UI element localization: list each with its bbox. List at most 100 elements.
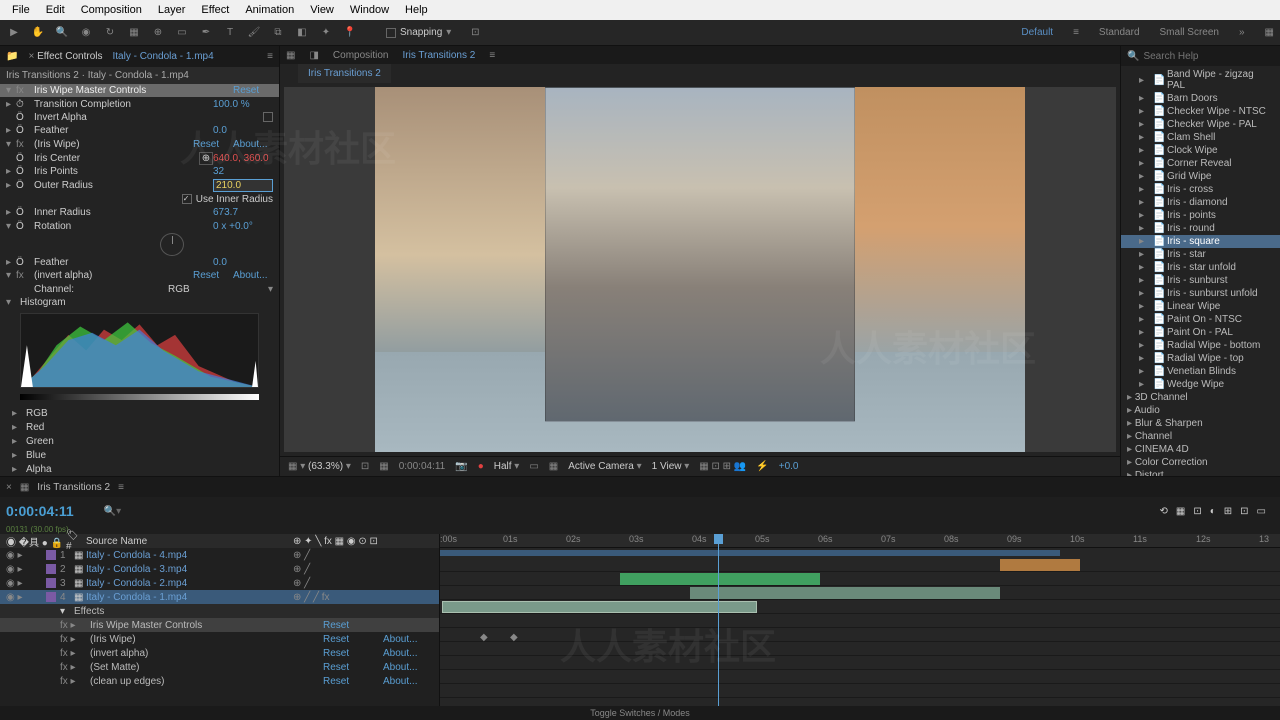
- clip-2[interactable]: [690, 587, 1000, 599]
- brush-tool-icon[interactable]: 🖌: [246, 25, 262, 41]
- preset-item[interactable]: ▸📄Venetian Blinds: [1121, 365, 1280, 378]
- clip-3[interactable]: [620, 573, 820, 585]
- workspace-menu-icon[interactable]: ≡: [1073, 27, 1079, 38]
- composition-name[interactable]: Iris Transitions 2: [403, 50, 476, 61]
- channel-red[interactable]: ▸Red: [0, 420, 279, 434]
- effect-section-iris-master[interactable]: ▾fx Iris Wipe Master Controls Reset: [0, 84, 279, 97]
- reset-link[interactable]: Reset: [233, 85, 273, 96]
- text-tool-icon[interactable]: T: [222, 25, 238, 41]
- prop-invert-alpha[interactable]: Ö Invert Alpha: [0, 111, 279, 124]
- view-options-icon[interactable]: ▦ ⊡ ⊞ 👥: [699, 461, 746, 472]
- timeline-effect-row[interactable]: fx ▸(Iris Wipe)ResetAbout...: [0, 632, 439, 646]
- workspace-overflow-icon[interactable]: »: [1239, 27, 1245, 38]
- panel-menu-icon[interactable]: ≡: [118, 482, 124, 493]
- zoom-tool-icon[interactable]: 🔍: [54, 25, 70, 41]
- snapping-toggle[interactable]: Snapping ▾ ⊡: [386, 25, 483, 41]
- clone-tool-icon[interactable]: ⧉: [270, 25, 286, 41]
- preset-category[interactable]: Blur & Sharpen: [1121, 417, 1280, 430]
- view-dropdown[interactable]: 1 View ▾: [652, 461, 690, 472]
- timeline-layer[interactable]: ◉ ▸3▦Italy - Condola - 2.mp4⊕ ╱: [0, 576, 439, 590]
- preset-item[interactable]: ▸📄Iris - sunburst: [1121, 274, 1280, 287]
- snapshot-icon[interactable]: 📷: [455, 461, 467, 472]
- rotate-tool-icon[interactable]: ↻: [102, 25, 118, 41]
- toggle-switches-button[interactable]: Toggle Switches / Modes: [0, 706, 1280, 720]
- resolution-dropdown[interactable]: Half ▾: [494, 461, 520, 472]
- clip-4[interactable]: [1000, 559, 1080, 571]
- preset-category[interactable]: Color Correction: [1121, 456, 1280, 469]
- tl-icon-1[interactable]: ⟲: [1159, 506, 1167, 517]
- pen-tool-icon[interactable]: ✒: [198, 25, 214, 41]
- prop-iris-points[interactable]: ▸Ö Iris Points 32: [0, 165, 279, 178]
- preset-item[interactable]: ▸📄Checker Wipe - NTSC: [1121, 105, 1280, 118]
- comp-grid-icon[interactable]: ▦: [286, 50, 295, 61]
- tl-icon-4[interactable]: ◐: [1210, 506, 1216, 517]
- timeline-tab[interactable]: Iris Transitions 2: [37, 482, 110, 493]
- preset-item[interactable]: ▸📄Iris - star unfold: [1121, 261, 1280, 274]
- current-timecode[interactable]: 0:00:04:11: [6, 503, 74, 519]
- prop-rotation[interactable]: ▾Ö Rotation 0 x +0.0°: [0, 219, 279, 232]
- preset-category[interactable]: Channel: [1121, 430, 1280, 443]
- menu-help[interactable]: Help: [397, 4, 436, 16]
- preset-item[interactable]: ▸📄Iris - star: [1121, 248, 1280, 261]
- preset-item[interactable]: ▸📄Linear Wipe: [1121, 300, 1280, 313]
- channel-rgb[interactable]: ▸RGB: [0, 406, 279, 420]
- preset-item[interactable]: ▸📄Paint On - PAL: [1121, 326, 1280, 339]
- dropdown-icon[interactable]: ▾: [268, 284, 273, 295]
- tl-icon-6[interactable]: ⊡: [1240, 506, 1248, 517]
- menu-layer[interactable]: Layer: [150, 4, 194, 16]
- channel-blue[interactable]: ▸Blue: [0, 448, 279, 462]
- effect-controls-file[interactable]: Italy - Condola - 1.mp4: [112, 51, 213, 62]
- menu-effect[interactable]: Effect: [193, 4, 237, 16]
- eraser-tool-icon[interactable]: ◧: [294, 25, 310, 41]
- composition-subtab[interactable]: Iris Transitions 2: [298, 64, 391, 83]
- playhead[interactable]: [718, 534, 719, 706]
- prop-iris-center[interactable]: Ö Iris Center ⊕ 640.0, 360.0: [0, 151, 279, 165]
- timeline-layer[interactable]: ◉ ▸1▦Italy - Condola - 4.mp4⊕ ╱: [0, 548, 439, 562]
- preset-item[interactable]: ▸📄Clock Wipe: [1121, 144, 1280, 157]
- puppet-tool-icon[interactable]: 📍: [342, 25, 358, 41]
- search-input[interactable]: [1143, 51, 1275, 62]
- clip-1-selected[interactable]: [442, 601, 757, 613]
- preset-category[interactable]: 3D Channel: [1121, 391, 1280, 404]
- timeline-search-icon[interactable]: 🔍▾: [104, 506, 121, 517]
- hand-tool-icon[interactable]: ✋: [30, 25, 46, 41]
- prop-inner-radius[interactable]: ▸Ö Inner Radius 673.7: [0, 206, 279, 219]
- reset-link[interactable]: Reset: [193, 270, 233, 281]
- tl-icon-2[interactable]: ▦: [1176, 506, 1185, 517]
- checkbox-checked-icon[interactable]: [182, 194, 192, 204]
- about-link[interactable]: About...: [233, 139, 273, 150]
- menu-composition[interactable]: Composition: [73, 4, 150, 16]
- timeline-layer[interactable]: ◉ ▸4▦Italy - Condola - 1.mp4⊕ ╱ ╱ fx: [0, 590, 439, 604]
- menu-window[interactable]: Window: [342, 4, 397, 16]
- preset-item[interactable]: ▸📄Grid Wipe: [1121, 170, 1280, 183]
- fast-preview-icon[interactable]: ⚡: [756, 461, 768, 472]
- preset-item[interactable]: ▸📄Radial Wipe - top: [1121, 352, 1280, 365]
- workspace-standard[interactable]: Standard: [1099, 27, 1140, 38]
- work-area-bar[interactable]: [440, 550, 1060, 556]
- preset-item[interactable]: ▸📄Band Wipe - zigzag PAL: [1121, 68, 1280, 92]
- preset-item[interactable]: ▸📄Iris - round: [1121, 222, 1280, 235]
- timeline-effect-row[interactable]: fx ▸(invert alpha)ResetAbout...: [0, 646, 439, 660]
- current-time[interactable]: 0:00:04:11: [399, 461, 446, 472]
- channel-icon[interactable]: ●: [478, 461, 484, 472]
- effect-section-invert-alpha[interactable]: ▾fx (invert alpha) Reset About...: [0, 269, 279, 282]
- tl-icon-3[interactable]: ⊡: [1193, 506, 1201, 517]
- prop-transition-completion[interactable]: ▸⏱ Transition Completion 100.0 %: [0, 97, 279, 110]
- crosshair-icon[interactable]: ⊕: [199, 152, 213, 165]
- rotation-dial-icon[interactable]: [160, 233, 184, 256]
- preset-item[interactable]: ▸📄Paint On - NTSC: [1121, 313, 1280, 326]
- preset-item[interactable]: ▸📄Clam Shell: [1121, 131, 1280, 144]
- timeline-effect-row[interactable]: fx ▸(clean up edges)ResetAbout...: [0, 674, 439, 688]
- prop-feather-1[interactable]: ▸Ö Feather 0.0: [0, 124, 279, 137]
- menu-file[interactable]: File: [4, 4, 38, 16]
- preset-item[interactable]: ▸📄Iris - sunburst unfold: [1121, 287, 1280, 300]
- viewport[interactable]: [284, 87, 1116, 452]
- about-link[interactable]: About...: [233, 270, 273, 281]
- prop-feather-2[interactable]: ▸Ö Feather 0.0: [0, 256, 279, 269]
- roi-icon[interactable]: ▭: [529, 461, 538, 472]
- timeline-effect-row[interactable]: fx ▸Iris Wipe Master ControlsReset: [0, 618, 439, 632]
- workspace-default[interactable]: Default: [1021, 27, 1053, 38]
- timeline-effect-row[interactable]: fx ▸(Set Matte)ResetAbout...: [0, 660, 439, 674]
- exposure-value[interactable]: +0.0: [779, 461, 799, 472]
- timeline-comp-icon[interactable]: ▦: [20, 482, 29, 493]
